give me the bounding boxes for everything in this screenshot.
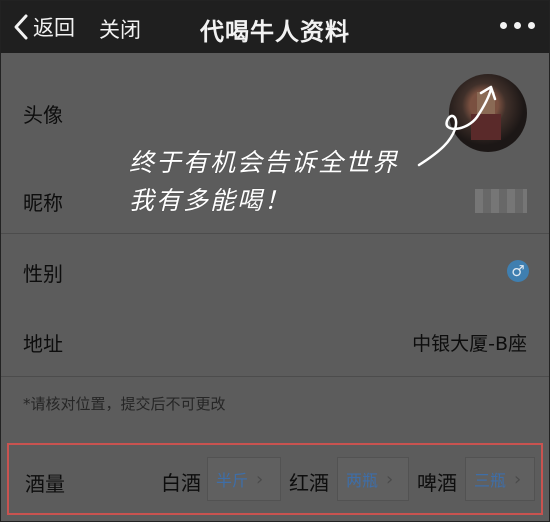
more-options-icon[interactable] [500, 22, 535, 29]
nickname-value-blurred [475, 189, 527, 213]
baijiu-amount-select[interactable]: 半斤 › [207, 457, 281, 501]
chevron-right-icon: › [514, 468, 522, 490]
annotation-line-2: 我有多能喝！ [129, 186, 292, 215]
nav-bar: 返回 关闭 代喝牛人资料 [1, 1, 549, 53]
screen-frame: 返回 关闭 代喝牛人资料 头像 昵称 性别 ♂ 地址 中银大厦-B座 *请核对位… [0, 0, 550, 522]
address-note: *请核对位置，提交后不可更改 [23, 395, 226, 413]
drink-name-beer: 啤酒 [417, 471, 457, 495]
gender-label: 性别 [23, 262, 63, 286]
chevron-right-icon: › [386, 468, 394, 490]
chevron-right-icon: › [256, 468, 264, 490]
male-symbol-icon: ♂ [507, 260, 529, 282]
nickname-label: 昵称 [23, 191, 63, 215]
address-value: 中银大厦-B座 [412, 333, 527, 355]
gender-row[interactable]: 性别 ♂ [1, 234, 549, 307]
avatar-label: 头像 [23, 103, 63, 127]
drink-volume-section: 酒量 白酒 半斤 › 红酒 两瓶 › 啤酒 三瓶 › [7, 443, 543, 515]
annotation-line-1: 终于有机会告诉全世界 [129, 148, 400, 177]
drink-volume-label: 酒量 [25, 472, 65, 496]
address-label: 地址 [23, 332, 63, 356]
drink-name-baijiu: 白酒 [161, 471, 201, 495]
handdrawn-arrow [417, 85, 497, 167]
baijiu-amount-value: 半斤 [216, 471, 249, 490]
beer-amount-select[interactable]: 三瓶 › [465, 457, 535, 501]
drink-name-wine: 红酒 [289, 471, 329, 495]
wine-amount-value: 两瓶 [346, 471, 379, 490]
wine-amount-select[interactable]: 两瓶 › [337, 457, 409, 501]
beer-amount-value: 三瓶 [474, 471, 507, 490]
page-title: 代喝牛人资料 [200, 18, 350, 46]
address-row[interactable]: 地址 中银大厦-B座 [1, 306, 549, 377]
